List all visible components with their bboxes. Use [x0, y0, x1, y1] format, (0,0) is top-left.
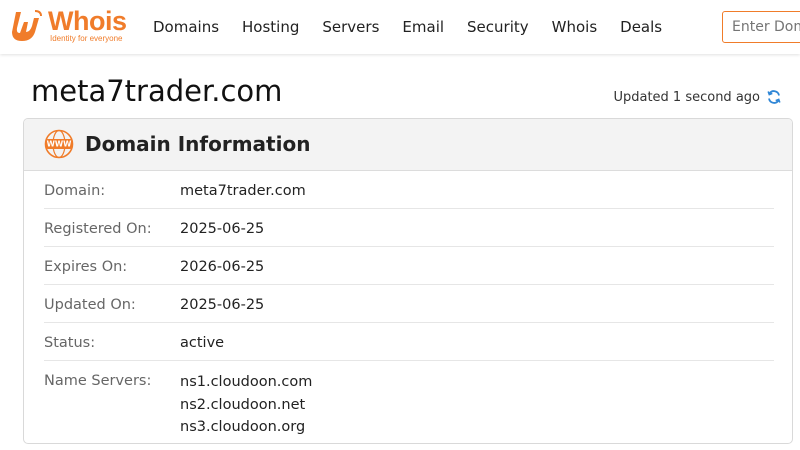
name-server-2[interactable]: ns2.cloudoon.net: [180, 394, 312, 417]
nav-item-whois[interactable]: Whois: [552, 17, 598, 37]
value-registered-on: 2025-06-25: [180, 221, 265, 237]
www-icon: WWW: [44, 129, 74, 159]
name-server-list: ns1.cloudoon.com ns2.cloudoon.net ns3.cl…: [180, 371, 312, 439]
top-navbar: Whois Identity for everyone Domains Host…: [0, 0, 800, 54]
value-status: active: [180, 335, 225, 351]
card-header: WWW Domain Information: [24, 119, 792, 171]
value-domain: meta7trader.com: [180, 183, 306, 199]
nav-item-email[interactable]: Email: [402, 17, 444, 37]
label-name-servers: Name Servers:: [44, 373, 152, 389]
nav-item-deals[interactable]: Deals: [620, 17, 662, 37]
label-expires-on: Expires On:: [44, 259, 128, 275]
label-registered-on: Registered On:: [44, 221, 152, 237]
whois-logo[interactable]: Whois Identity for everyone: [8, 6, 138, 48]
updated-status: Updated 1 second ago: [613, 89, 782, 105]
page-title: meta7trader.com: [31, 74, 283, 108]
value-expires-on: 2026-06-25: [180, 259, 265, 275]
label-updated-on: Updated On:: [44, 297, 136, 313]
label-status: Status:: [44, 335, 96, 351]
whois-logo-icon: [12, 10, 42, 41]
row-name-servers: Name Servers: ns1.cloudoon.com ns2.cloud…: [44, 361, 774, 439]
name-server-3[interactable]: ns3.cloudoon.org: [180, 416, 312, 439]
row-status: Status: active: [44, 323, 774, 361]
card-title: Domain Information: [85, 132, 311, 156]
value-updated-on: 2025-06-25: [180, 297, 265, 313]
nav-item-servers[interactable]: Servers: [322, 17, 379, 37]
row-expires-on: Expires On: 2026-06-25: [44, 247, 774, 285]
brand-tagline: Identity for everyone: [50, 34, 123, 43]
updated-text: Updated 1 second ago: [613, 89, 760, 105]
nav-item-hosting[interactable]: Hosting: [242, 17, 299, 37]
svg-text:WWW: WWW: [47, 140, 73, 149]
nav-item-domains[interactable]: Domains: [153, 17, 219, 37]
domain-information-card: WWW Domain Information Domain: meta7trad…: [23, 118, 793, 444]
row-domain: Domain: meta7trader.com: [44, 171, 774, 209]
search-input[interactable]: [722, 11, 800, 43]
refresh-icon[interactable]: [766, 89, 782, 105]
domain-info-table: Domain: meta7trader.com Registered On: 2…: [44, 171, 774, 439]
nav-item-security[interactable]: Security: [467, 17, 529, 37]
main-nav: Domains Hosting Servers Email Security W…: [153, 17, 685, 37]
brand-name: Whois: [48, 6, 127, 36]
row-registered-on: Registered On: 2025-06-25: [44, 209, 774, 247]
row-updated-on: Updated On: 2025-06-25: [44, 285, 774, 323]
label-domain: Domain:: [44, 183, 106, 199]
name-server-1[interactable]: ns1.cloudoon.com: [180, 371, 312, 394]
